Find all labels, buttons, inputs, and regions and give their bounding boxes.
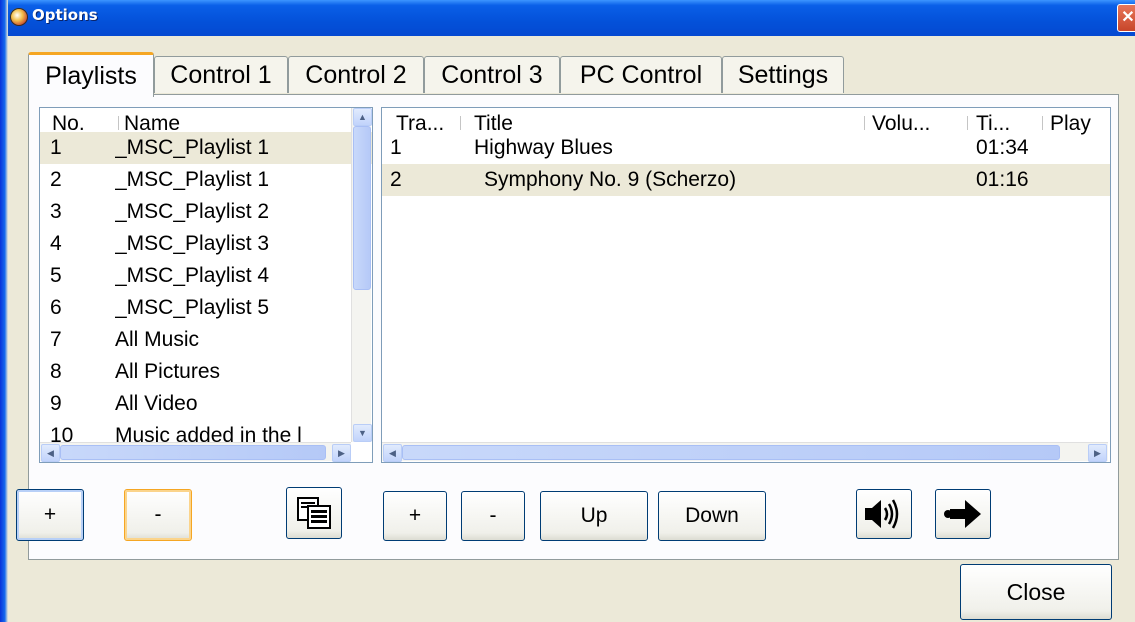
- playlist-no: 9: [50, 392, 62, 415]
- track-number: 2: [390, 168, 402, 191]
- track-number: 1: [390, 136, 402, 159]
- playlist-name: _MSC_Playlist 2: [115, 200, 270, 223]
- playlist-no: 8: [50, 360, 62, 383]
- app-logo-icon: [10, 8, 28, 26]
- playlists-vertical-scrollbar[interactable]: ▲ ▼: [351, 108, 372, 442]
- track-title: Symphony No. 9 (Scherzo): [484, 168, 737, 191]
- window-close-button[interactable]: ✕: [1117, 4, 1135, 32]
- tab-playlists[interactable]: Playlists: [28, 52, 154, 97]
- scroll-right-button[interactable]: ▶: [332, 444, 351, 462]
- playlist-row[interactable]: 9 All Video: [40, 388, 372, 420]
- playlist-row[interactable]: 3 _MSC_Playlist 2: [40, 196, 372, 228]
- playlist-row[interactable]: 7 All Music: [40, 324, 372, 356]
- scroll-thumb[interactable]: [402, 445, 1060, 460]
- column-divider[interactable]: [967, 116, 968, 130]
- scroll-left-button[interactable]: ◀: [383, 444, 402, 462]
- playlist-no: 4: [50, 232, 62, 255]
- options-window: Options ✕ Playlists Control 1 Control 2 …: [0, 0, 1135, 622]
- tab-pc-control[interactable]: PC Control: [560, 56, 722, 93]
- playlist-row[interactable]: 2 _MSC_Playlist 1: [40, 164, 372, 196]
- copy-playlist-button[interactable]: [286, 487, 342, 539]
- playlists-horizontal-scrollbar[interactable]: ◀ ▶: [40, 442, 351, 462]
- playlist-row[interactable]: 4 _MSC_Playlist 3: [40, 228, 372, 260]
- playlist-name: All Music: [115, 328, 200, 351]
- playlist-name: All Pictures: [115, 360, 221, 383]
- column-divider[interactable]: [864, 116, 865, 130]
- track-time: 01:34: [976, 136, 1029, 159]
- playlist-no: 5: [50, 264, 62, 287]
- add-playlist-button[interactable]: +: [16, 489, 84, 541]
- playlist-row[interactable]: 6 _MSC_Playlist 5: [40, 292, 372, 324]
- scroll-thumb[interactable]: [60, 445, 326, 460]
- volume-button[interactable]: [856, 489, 912, 539]
- tab-settings[interactable]: Settings: [722, 56, 844, 93]
- tab-panel-playlists: No. Name 1 _MSC_Playlist 1 2 _MSC_Playli…: [16, 94, 1119, 560]
- playlists-list[interactable]: No. Name 1 _MSC_Playlist 1 2 _MSC_Playli…: [39, 107, 373, 463]
- column-divider[interactable]: [1042, 116, 1043, 130]
- tracks-horizontal-scrollbar[interactable]: ◀ ▶: [382, 442, 1108, 462]
- column-divider[interactable]: [460, 116, 461, 130]
- playlist-no: 7: [50, 328, 62, 351]
- copy-icon: [297, 497, 331, 529]
- playlist-name: _MSC_Playlist 5: [115, 296, 270, 319]
- track-time: 01:16: [976, 168, 1029, 191]
- playlist-no: 6: [50, 296, 62, 319]
- window-border: [0, 0, 8, 622]
- tab-control-2[interactable]: Control 2: [288, 56, 424, 93]
- playlist-row[interactable]: 1 _MSC_Playlist 1: [40, 132, 372, 164]
- play-button[interactable]: [935, 489, 991, 539]
- scroll-up-button[interactable]: ▲: [353, 108, 372, 126]
- playlist-row[interactable]: 8 All Pictures: [40, 356, 372, 388]
- title-bar[interactable]: Options ✕: [0, 0, 1135, 36]
- column-divider[interactable]: [118, 116, 119, 130]
- scroll-down-button[interactable]: ▼: [353, 424, 372, 442]
- close-button[interactable]: Close: [960, 564, 1112, 620]
- scroll-left-button[interactable]: ◀: [41, 444, 60, 462]
- playlist-name: _MSC_Playlist 4: [115, 264, 270, 287]
- track-row[interactable]: 1 Highway Blues 01:34: [382, 132, 1110, 164]
- remove-track-button[interactable]: -: [461, 491, 525, 541]
- remove-playlist-button[interactable]: -: [124, 489, 192, 541]
- playlist-no: 1: [50, 136, 62, 159]
- move-down-button[interactable]: Down: [658, 491, 766, 541]
- tab-control-1[interactable]: Control 1: [154, 56, 288, 93]
- playlist-name: _MSC_Playlist 1: [115, 168, 270, 191]
- add-track-button[interactable]: +: [383, 491, 447, 541]
- track-row[interactable]: 2 Symphony No. 9 (Scherzo) 01:16: [382, 164, 1110, 196]
- play-arrow-icon: [944, 500, 981, 528]
- scroll-thumb[interactable]: [353, 126, 371, 290]
- move-up-button[interactable]: Up: [540, 491, 648, 541]
- playlist-no: 2: [50, 168, 62, 191]
- playlist-name: _MSC_Playlist 3: [115, 232, 270, 255]
- tab-control-3[interactable]: Control 3: [424, 56, 560, 93]
- speaker-icon: [865, 499, 899, 529]
- scroll-right-button[interactable]: ▶: [1088, 444, 1107, 462]
- playlist-no: 3: [50, 200, 62, 223]
- tracks-list[interactable]: Tra... Title Volu... Ti... Play 1 Highwa…: [381, 107, 1111, 463]
- playlist-name: _MSC_Playlist 1: [115, 136, 270, 159]
- playlist-row[interactable]: 5 _MSC_Playlist 4: [40, 260, 372, 292]
- track-title: Highway Blues: [474, 136, 613, 159]
- playlist-name: All Video: [115, 392, 198, 415]
- window-title: Options: [32, 6, 98, 24]
